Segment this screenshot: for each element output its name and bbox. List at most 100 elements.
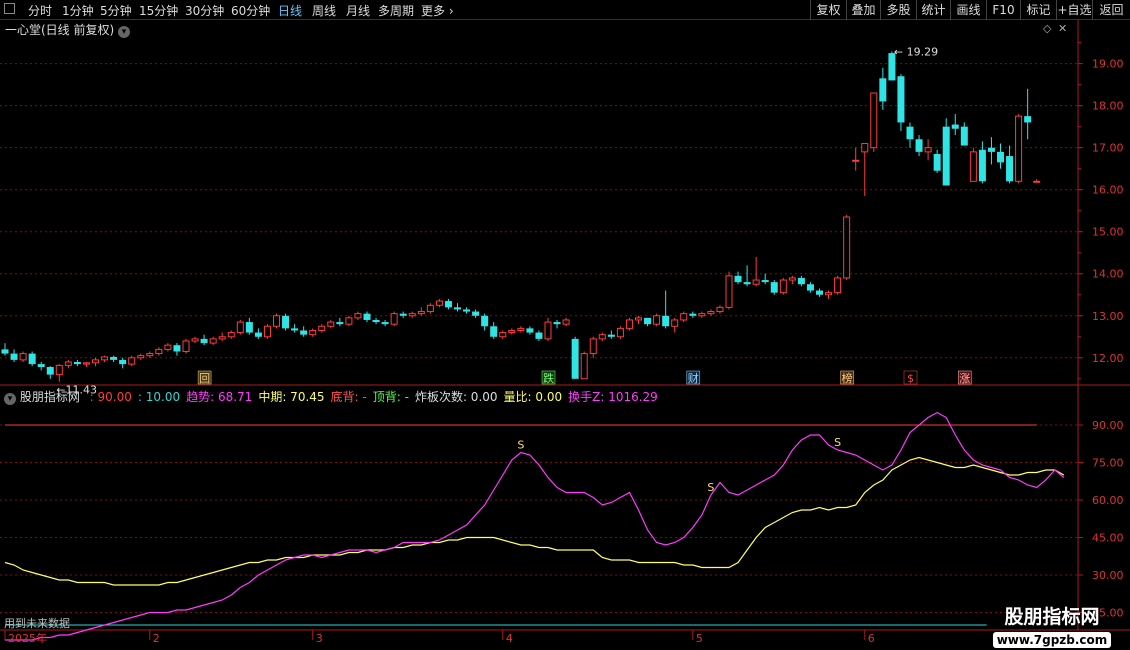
candle: [933, 149, 941, 173]
candle: [797, 275, 805, 287]
candle: [707, 309, 715, 316]
candle: [779, 277, 787, 295]
candle: [589, 336, 597, 358]
candle: [435, 298, 443, 308]
main-grid: [0, 20, 1130, 631]
candle: [997, 143, 1004, 169]
candle: [1, 343, 9, 356]
stock-chart: 19.00 18.00 17.00 16.00 15.00 14.00 13.00 12.00…: [0, 20, 1130, 645]
candle: [300, 326, 308, 337]
event-tag: $: [903, 370, 918, 385]
price-tick-label: 12.00: [1092, 352, 1124, 365]
candle: [164, 343, 172, 352]
price-tick-label: 19.00: [1092, 58, 1124, 71]
candle: [987, 137, 995, 165]
event-tag-label: 跌: [543, 371, 554, 385]
candle: [544, 317, 552, 341]
event-tag-label: $: [907, 372, 914, 385]
candle: [743, 265, 751, 287]
candle: [119, 357, 127, 369]
candle: [580, 351, 588, 380]
candle: [1006, 145, 1014, 184]
candle: [37, 361, 45, 371]
candle: [273, 313, 280, 329]
indicator-param: : 10.00: [137, 390, 181, 404]
candle: [761, 273, 769, 285]
indicator-axis: 90.0075.0060.0045.0030.0015.00: [1078, 419, 1124, 620]
indicator-menu-icon[interactable]: ▾: [4, 393, 16, 405]
indicator-tick-label: 75.00: [1092, 457, 1124, 470]
candle: [499, 330, 507, 339]
candle: [725, 271, 733, 310]
candle: [55, 364, 63, 382]
candle: [906, 122, 914, 148]
candle: [635, 315, 642, 325]
price-tick-label: 16.00: [1092, 184, 1124, 197]
indicator-param: 量比: 0.00: [503, 390, 563, 404]
candle: [345, 315, 353, 327]
candle: [644, 317, 652, 327]
candle: [788, 275, 796, 285]
candle: [182, 338, 190, 354]
candle: [92, 357, 99, 367]
candle: [861, 142, 869, 196]
candle: [390, 311, 398, 327]
candle: [46, 366, 54, 379]
candle: [625, 317, 633, 331]
high-label: ← 19.29: [894, 45, 938, 58]
date-axis: 2025年 2 3 4 5 6: [4, 630, 875, 645]
candle: [834, 275, 842, 295]
candle: [616, 326, 624, 339]
candle: [1024, 88, 1032, 140]
price-tick-label: 15.00: [1092, 226, 1124, 239]
candle: [481, 313, 489, 331]
candle: [146, 351, 154, 358]
candle: [408, 311, 416, 318]
candle: [128, 355, 136, 367]
candle: [1015, 114, 1023, 184]
candle: [698, 311, 706, 318]
s-mark: S: [707, 481, 714, 494]
indicator-params: : 90.00: 10.00 趋势: 68.71 中期: 70.45 底背: - 顶背:…: [84, 390, 658, 404]
indicator-tick-label: 60.00: [1092, 494, 1124, 507]
candles: ← 19.29←11.43: [1, 45, 1041, 397]
candle: [806, 282, 814, 293]
candle: [363, 311, 371, 323]
candle: [444, 298, 452, 310]
price-tick-label: 17.00: [1092, 142, 1124, 155]
indicator-lines: S S S: [4, 411, 1065, 641]
candle: [282, 313, 290, 331]
candle: [752, 256, 760, 287]
candle: [73, 359, 81, 367]
date-tick-label: 3: [316, 632, 323, 645]
candle: [463, 307, 471, 314]
candle: [978, 141, 986, 184]
indicator-param: 炸板次数: 0.00: [414, 390, 498, 404]
close-icon[interactable]: ✕: [1058, 22, 1067, 35]
date-tick-label: 4: [506, 632, 513, 645]
candle: [318, 324, 326, 333]
candle: [852, 147, 860, 171]
indicator-param: 顶背: -: [372, 390, 409, 404]
candle: [200, 334, 208, 346]
event-tag: 榜: [840, 370, 854, 385]
candle: [689, 311, 697, 318]
price-tick-label: 14.00: [1092, 268, 1124, 281]
diamond-icon[interactable]: ◇: [1043, 22, 1051, 35]
candle: [915, 135, 923, 157]
candle: [372, 317, 380, 325]
candle: [598, 332, 606, 341]
event-tag-label: 榜: [842, 371, 853, 385]
candle: [680, 311, 688, 323]
candle: [354, 311, 362, 320]
options-icon[interactable]: ▾: [118, 26, 131, 38]
candle: [653, 313, 661, 327]
candle: [562, 317, 570, 327]
candle: [472, 309, 480, 318]
candle: [82, 361, 90, 368]
watermark-url: www.7gpzb.com: [992, 632, 1112, 648]
candle: [924, 139, 932, 161]
candle: [607, 330, 615, 339]
candle: [716, 305, 724, 314]
candle: [770, 280, 778, 295]
